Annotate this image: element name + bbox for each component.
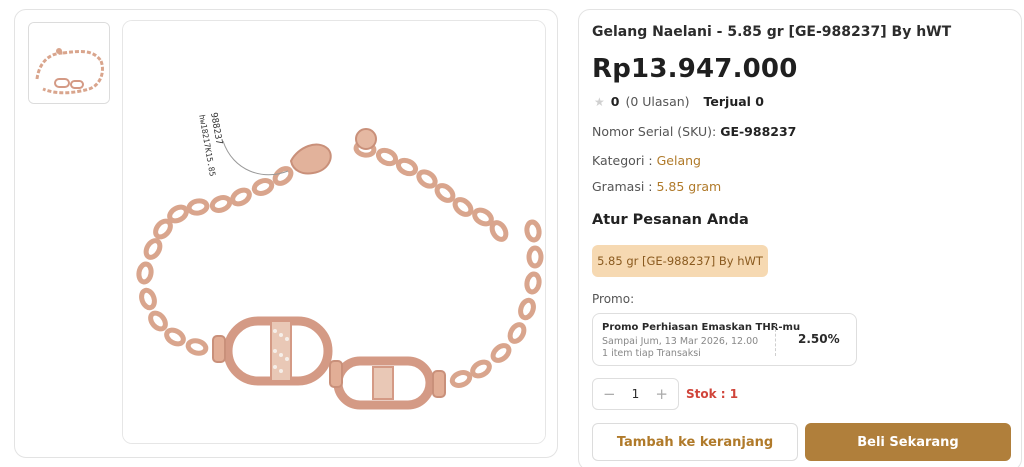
weight-label: Gramasi :: [592, 179, 653, 194]
product-main-image[interactable]: 988237 hw18217K15.85: [122, 20, 546, 444]
category-row: Kategori : Gelang: [592, 153, 701, 168]
product-title: Gelang Naelani - 5.85 gr [GE-988237] By …: [592, 24, 952, 40]
category-label: Kategori :: [592, 153, 653, 168]
quantity-stepper: − 1 +: [592, 378, 679, 410]
variant-option-button[interactable]: 5.85 gr [GE-988237] By hWT: [592, 245, 768, 277]
plus-icon[interactable]: +: [655, 386, 668, 402]
bracelet-image: 988237 hw18217K15.85: [123, 21, 545, 443]
promo-card[interactable]: Promo Perhiasan Emaskan THR-mu Sampai Ju…: [592, 313, 857, 366]
rating-row: ★ 0 (0 Ulasan) Terjual 0: [594, 94, 764, 109]
product-thumbnail[interactable]: [28, 22, 110, 104]
product-info-panel: Gelang Naelani - 5.85 gr [GE-988237] By …: [578, 9, 1022, 467]
promo-label: Promo:: [592, 292, 635, 306]
rating-value: 0: [610, 94, 620, 109]
bracelet-thumbnail-image: [29, 23, 109, 103]
product-price: Rp13.947.000: [592, 54, 798, 84]
category-link[interactable]: Gelang: [657, 153, 701, 168]
order-section-title: Atur Pesanan Anda: [592, 212, 749, 228]
sku-label: Nomor Serial (SKU):: [592, 124, 717, 139]
promo-name: Promo Perhiasan Emaskan THR-mu: [602, 322, 801, 333]
review-count[interactable]: (0 Ulasan): [625, 94, 689, 109]
minus-icon[interactable]: −: [603, 386, 616, 402]
promo-until: Sampai Jum, 13 Mar 2026, 12.00: [602, 336, 759, 347]
add-to-cart-button[interactable]: Tambah ke keranjang: [592, 423, 798, 461]
star-icon: ★: [594, 94, 605, 109]
promo-limit: 1 item tiap Transaksi: [602, 348, 701, 359]
product-gallery: 988237 hw18217K15.85: [14, 9, 558, 458]
sku-value: GE-988237: [720, 124, 797, 139]
weight-row: Gramasi : 5.85 gram: [592, 179, 721, 194]
promo-divider: [775, 324, 776, 356]
quantity-value[interactable]: 1: [632, 387, 640, 401]
buy-now-button[interactable]: Beli Sekarang: [805, 423, 1011, 461]
promo-percent: 2.50%: [798, 332, 840, 346]
sku-row: Nomor Serial (SKU): GE-988237: [592, 124, 796, 139]
sold-count: Terjual 0: [703, 94, 764, 109]
weight-value: 5.85 gram: [656, 179, 722, 194]
stock-label: Stok : 1: [686, 387, 739, 401]
